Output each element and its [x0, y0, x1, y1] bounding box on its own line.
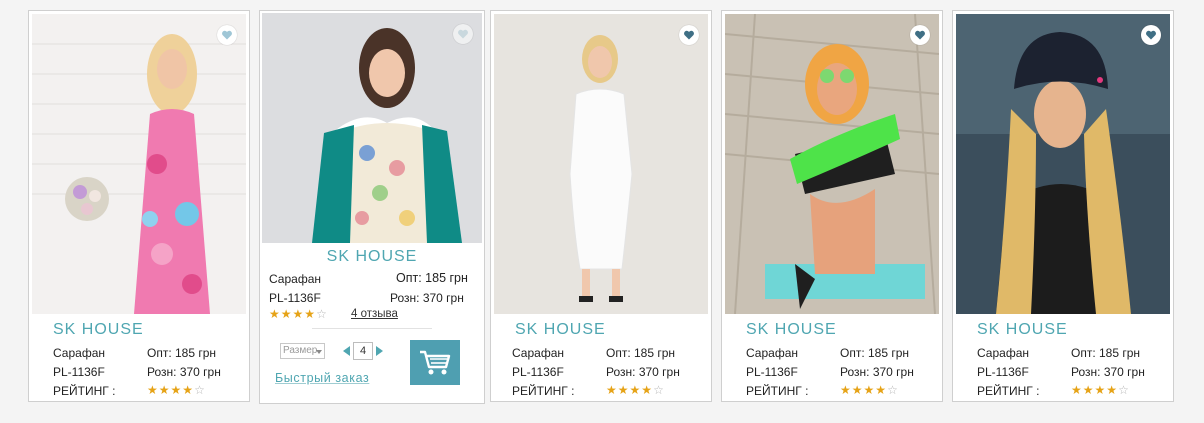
opt-price: Опт: 185 грн: [147, 346, 217, 360]
star-icon: ★: [170, 383, 183, 397]
star-icon: ★: [280, 307, 293, 321]
product-photo[interactable]: [725, 14, 939, 314]
star-empty-icon: ☆: [316, 307, 328, 321]
star-icon: ★: [606, 383, 618, 397]
product-photo[interactable]: [262, 13, 482, 243]
star-icon: ★: [629, 383, 642, 397]
retail-price: Розн: 370 грн: [1071, 365, 1145, 379]
product-sku: PL-1136F: [977, 365, 1029, 379]
rating-stars: ★★★★☆: [269, 307, 328, 321]
reviews-link[interactable]: 4 отзыва: [351, 308, 398, 320]
star-icon: ★: [840, 383, 852, 397]
star-icon: ★: [863, 383, 876, 397]
opt-price: Опт: 185 грн: [840, 346, 910, 360]
heart-icon: [915, 30, 925, 40]
favorite-button[interactable]: [453, 24, 473, 44]
star-icon: ★: [1094, 383, 1107, 397]
star-icon: ★: [641, 383, 654, 397]
star-empty-icon: ☆: [1118, 383, 1130, 397]
product-sku: PL-1136F: [269, 291, 321, 305]
product-sku: PL-1136F: [53, 365, 105, 379]
rating-stars: ★★★★☆: [1071, 383, 1130, 397]
product-sku: PL-1136F: [746, 365, 798, 379]
divider: [312, 328, 432, 329]
favorite-button[interactable]: [217, 25, 237, 45]
star-empty-icon: ☆: [653, 383, 665, 397]
retail-price: Розн: 370 грн: [390, 291, 464, 305]
rating-label: РЕЙТИНГ :: [746, 384, 809, 398]
add-to-cart-button[interactable]: [410, 340, 460, 385]
heart-icon: [1146, 30, 1156, 40]
retail-price: Розн: 370 грн: [840, 365, 914, 379]
size-select[interactable]: Размер: [280, 343, 325, 359]
star-icon: ★: [1082, 383, 1095, 397]
star-empty-icon: ☆: [887, 383, 899, 397]
rating-label: РЕЙТИНГ :: [512, 384, 575, 398]
heart-icon: [684, 30, 694, 40]
rating-label: РЕЙТИНГ :: [977, 384, 1040, 398]
star-icon: ★: [158, 383, 171, 397]
rating-label: РЕЙТИНГ :: [53, 384, 116, 398]
product-card-expanded[interactable]: SK HOUSE Сарафан Опт: 185 грн PL-1136F Р…: [259, 10, 485, 404]
product-card[interactable]: SK HOUSE Сарафан Опт: 185 грн PL-1136F Р…: [490, 10, 712, 402]
star-icon: ★: [182, 383, 195, 397]
product-name: Сарафан: [977, 346, 1029, 360]
product-name: Сарафан: [53, 346, 105, 360]
brand-name[interactable]: SK HOUSE: [260, 248, 484, 266]
product-sku: PL-1136F: [512, 365, 564, 379]
product-photo[interactable]: [32, 14, 246, 314]
star-icon: ★: [292, 307, 305, 321]
rating-stars: ★★★★☆: [840, 383, 899, 397]
opt-price: Опт: 185 грн: [606, 346, 676, 360]
heart-icon: [222, 30, 232, 40]
quantity-decrease-icon[interactable]: [343, 346, 350, 356]
star-icon: ★: [617, 383, 630, 397]
quantity-increase-icon[interactable]: [376, 346, 383, 356]
favorite-button[interactable]: [679, 25, 699, 45]
star-icon: ★: [851, 383, 864, 397]
star-icon: ★: [875, 383, 888, 397]
brand-name[interactable]: SK HOUSE: [53, 321, 144, 339]
product-name: Сарафан: [512, 346, 564, 360]
retail-price: Розн: 370 грн: [606, 365, 680, 379]
cart-icon: [420, 350, 451, 374]
star-icon: ★: [1106, 383, 1119, 397]
product-card[interactable]: SK HOUSE Сарафан Опт: 185 грн PL-1136F Р…: [952, 10, 1174, 402]
rating-stars: ★★★★☆: [606, 383, 665, 397]
star-icon: ★: [147, 383, 159, 397]
retail-price: Розн: 370 грн: [147, 365, 221, 379]
favorite-button[interactable]: [910, 25, 930, 45]
heart-icon: [458, 29, 468, 39]
star-empty-icon: ☆: [194, 383, 206, 397]
star-icon: ★: [1071, 383, 1083, 397]
product-photo[interactable]: [494, 14, 708, 314]
product-card[interactable]: SK HOUSE Сарафан Опт: 185 грн PL-1136F Р…: [721, 10, 943, 402]
brand-name[interactable]: SK HOUSE: [746, 321, 837, 339]
star-icon: ★: [269, 307, 281, 321]
product-name: Сарафан: [269, 272, 321, 286]
quick-order-link[interactable]: Быстрый заказ: [275, 371, 369, 385]
star-icon: ★: [304, 307, 317, 321]
product-photo[interactable]: [956, 14, 1170, 314]
product-card[interactable]: SK HOUSE Сарафан Опт: 185 грн PL-1136F Р…: [28, 10, 250, 402]
product-name: Сарафан: [746, 346, 798, 360]
opt-price: Опт: 185 грн: [396, 271, 468, 285]
rating-stars: ★★★★☆: [147, 383, 206, 397]
quantity-input[interactable]: 4: [353, 342, 373, 360]
opt-price: Опт: 185 грн: [1071, 346, 1141, 360]
brand-name[interactable]: SK HOUSE: [977, 321, 1068, 339]
favorite-button[interactable]: [1141, 25, 1161, 45]
brand-name[interactable]: SK HOUSE: [515, 321, 606, 339]
